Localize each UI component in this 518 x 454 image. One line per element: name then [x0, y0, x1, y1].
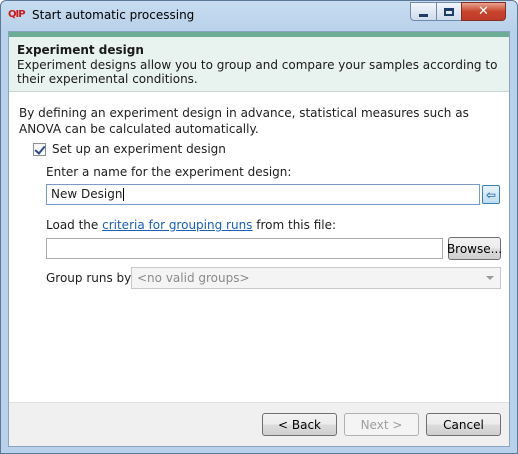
- arrow-left-icon: ⇦: [485, 187, 497, 202]
- chevron-down-icon: [486, 276, 494, 280]
- back-button[interactable]: < Back: [262, 413, 337, 436]
- load-label-prefix: Load the: [46, 218, 103, 232]
- design-name-input[interactable]: New Design: [46, 184, 480, 205]
- next-button[interactable]: Next >: [344, 413, 419, 436]
- window-title: Start automatic processing: [32, 8, 195, 22]
- wizard-header: Experiment design Experiment designs all…: [9, 32, 509, 92]
- minimize-icon: [419, 13, 428, 17]
- browse-button[interactable]: Browse...: [447, 237, 502, 260]
- design-name-label: Enter a name for the experiment design:: [46, 165, 292, 179]
- close-icon: ✕: [478, 4, 489, 19]
- intro-text: By defining an experiment design in adva…: [19, 106, 469, 136]
- apply-name-button[interactable]: ⇦: [482, 185, 500, 204]
- close-button[interactable]: ✕: [461, 2, 506, 21]
- criteria-for-grouping-runs-link[interactable]: criteria for grouping runs: [102, 218, 252, 232]
- criteria-file-input[interactable]: [46, 238, 443, 259]
- checkbox-checked-icon[interactable]: [33, 142, 46, 156]
- design-name-value: New Design: [51, 187, 123, 201]
- minimize-button[interactable]: [410, 2, 437, 21]
- setup-experiment-design-checkbox[interactable]: Set up an experiment design: [33, 142, 226, 156]
- page-description: Experiment designs allow you to group an…: [17, 58, 498, 86]
- cancel-button[interactable]: Cancel: [426, 413, 501, 436]
- setup-checkbox-label: Set up an experiment design: [52, 142, 226, 156]
- load-label-suffix: from this file:: [252, 218, 337, 232]
- text-caret: [123, 188, 125, 201]
- dialog-window: QIP Start automatic processing ✕ Experim…: [0, 0, 518, 454]
- qip-app-icon: QIP: [8, 9, 26, 20]
- group-runs-select[interactable]: <no valid groups>: [131, 267, 501, 289]
- group-runs-selected-value: <no valid groups>: [137, 271, 250, 285]
- wizard-footer: < Back Next > Cancel: [9, 402, 509, 446]
- page-title: Experiment design: [17, 43, 144, 57]
- dialog-content: Experiment design Experiment designs all…: [8, 31, 510, 447]
- group-runs-label: Group runs by:: [46, 271, 135, 285]
- title-bar[interactable]: QIP Start automatic processing ✕: [1, 1, 517, 31]
- maximize-icon: [444, 7, 454, 16]
- load-criteria-label: Load the criteria for grouping runs from…: [46, 218, 336, 232]
- maximize-button[interactable]: [436, 2, 462, 21]
